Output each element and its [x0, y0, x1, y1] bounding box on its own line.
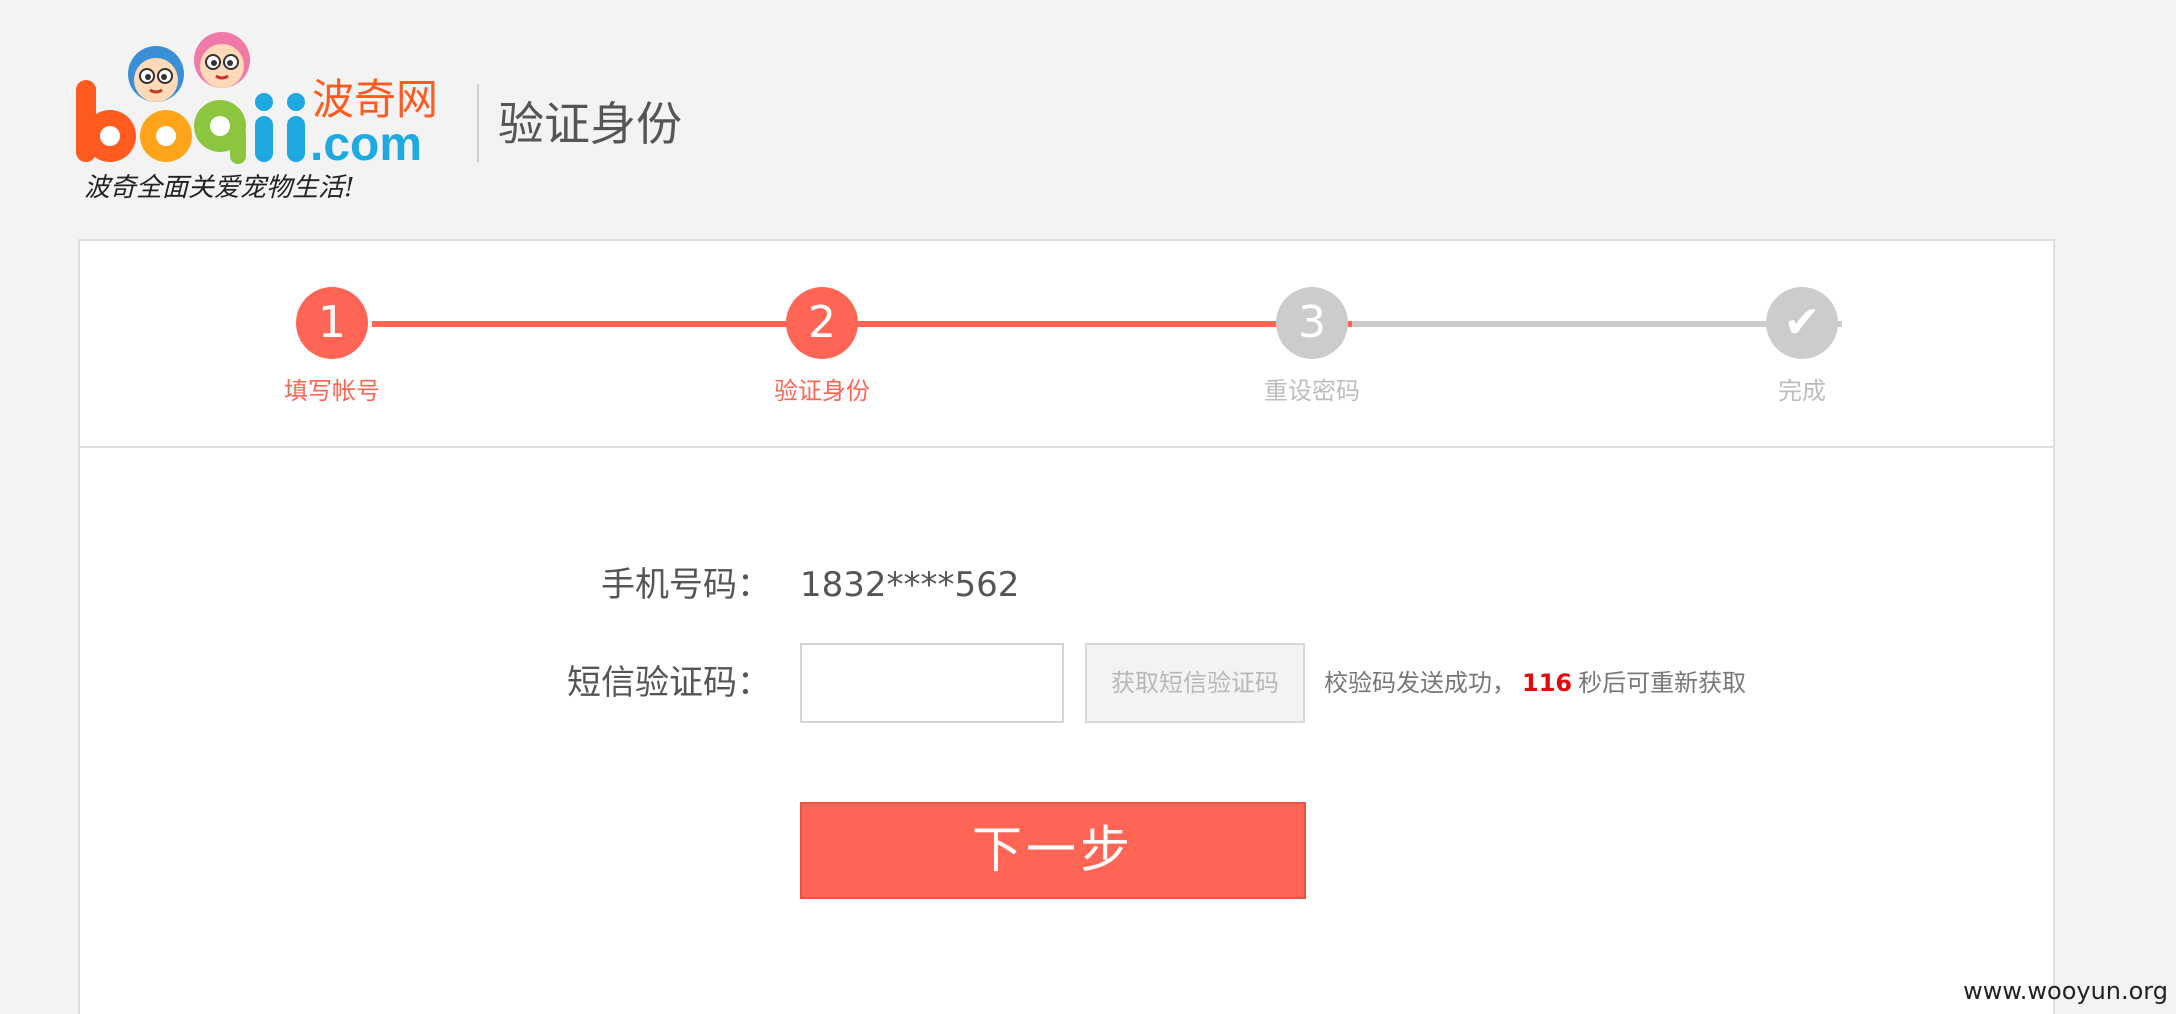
logo-com-text: .com	[310, 118, 422, 171]
step-4-circle: ✔	[1766, 287, 1838, 359]
sms-status-suffix: 秒后可重新获取	[1578, 669, 1747, 697]
phone-value: 1832****562	[800, 565, 1020, 605]
page-title: 验证身份	[498, 97, 682, 151]
next-step-button[interactable]: 下一步	[800, 802, 1306, 899]
checkmark-icon: ✔	[1783, 297, 1821, 348]
page: .com 波奇网 波奇全面关爱宠物生活! 验证身份 1 填写帐号 2 验证身份 …	[0, 0, 2176, 1014]
step-4-label: 完成	[1778, 377, 1826, 405]
logo-graphic: .com 波奇网 波奇全面关爱宠物生活!	[76, 32, 438, 203]
countdown-seconds: 116	[1522, 669, 1573, 697]
get-sms-code-button[interactable]: 获取短信验证码	[1085, 643, 1305, 723]
step-2-circle: 2	[786, 287, 858, 359]
logo-slogan-text: 波奇全面关爱宠物生活!	[84, 173, 354, 203]
sms-code-label: 短信验证码：	[567, 663, 771, 703]
watermark: www.wooyun.org	[1963, 977, 2168, 1005]
sms-code-input[interactable]	[800, 643, 1064, 723]
sms-status-text: 校验码发送成功， 116 秒后可重新获取	[1324, 665, 1746, 701]
phone-label: 手机号码：	[601, 565, 771, 605]
progress-steps: 1 填写帐号 2 验证身份 3 重设密码 ✔ 完成	[80, 241, 2053, 448]
header-divider	[477, 84, 479, 162]
step-1-label: 填写帐号	[284, 377, 380, 405]
mascot-icon	[128, 32, 250, 102]
sms-status-prefix: 校验码发送成功，	[1324, 669, 1516, 697]
step-1-circle: 1	[296, 287, 368, 359]
step-2-label: 验证身份	[774, 377, 870, 405]
step-3-label: 重设密码	[1264, 377, 1360, 405]
step-3-circle: 3	[1276, 287, 1348, 359]
reset-password-panel: 1 填写帐号 2 验证身份 3 重设密码 ✔ 完成 手机号码： 1832****…	[78, 239, 2055, 1014]
logo-cn-text: 波奇网	[312, 75, 438, 124]
boqii-logo[interactable]: .com 波奇网 波奇全面关爱宠物生活!	[74, 30, 464, 210]
